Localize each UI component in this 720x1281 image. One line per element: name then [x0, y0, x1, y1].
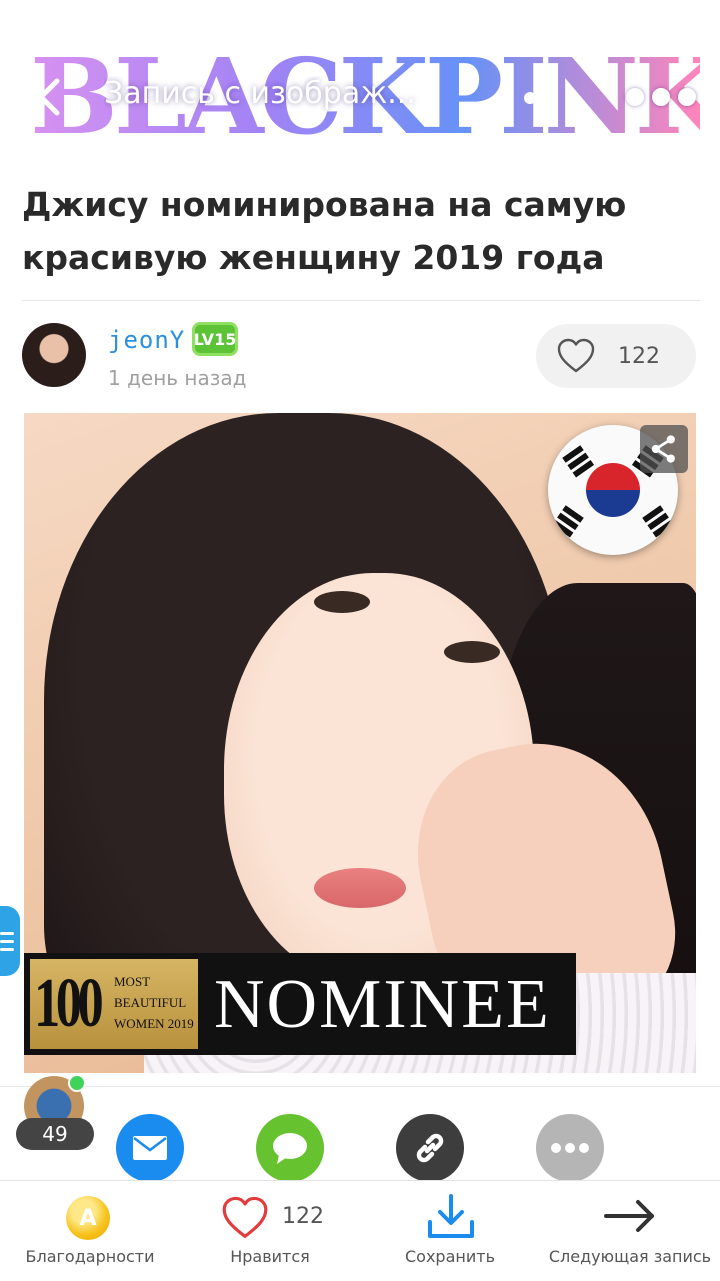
nominee-number: 100 — [34, 965, 104, 1042]
thanks-label: Благодарности — [25, 1247, 155, 1266]
like-label: Нравится — [230, 1247, 310, 1266]
nominee-text: NOMINEE — [214, 966, 551, 1043]
divider — [0, 1086, 720, 1087]
share-more-button[interactable] — [536, 1114, 604, 1182]
more-horizontal-icon — [626, 88, 644, 106]
post-image[interactable]: 100 MOST BEAUTIFUL WOMEN 2019 NOMINEE — [24, 413, 696, 1073]
image-lips — [314, 868, 406, 908]
level-badge: LV15 — [192, 322, 238, 356]
viewer-count: 49 — [16, 1118, 94, 1150]
author-avatar[interactable] — [22, 323, 86, 387]
chevron-left-icon — [38, 78, 60, 116]
page-title: Запись с изображ... — [104, 76, 416, 111]
author-name[interactable]: jeonY — [108, 326, 185, 354]
heart-icon — [222, 1196, 268, 1238]
header-banner: BLACKPINK Запись с изображ... — [0, 0, 720, 152]
link-icon — [416, 1133, 444, 1163]
heart-icon — [557, 338, 595, 373]
nominee-subtitle: MOST BEAUTIFUL WOMEN 2019 — [114, 974, 194, 1031]
post-timestamp: 1 день назад — [108, 366, 247, 390]
image-eye-left — [314, 591, 370, 613]
like-button[interactable]: 122 — [536, 324, 696, 388]
like-tab[interactable]: Нравится — [180, 1181, 360, 1281]
image-share-button[interactable] — [640, 425, 688, 473]
post-title: Джису номинирована на самую красивую жен… — [22, 185, 627, 277]
download-icon — [428, 1194, 474, 1238]
next-post-label: Следующая запись — [548, 1247, 712, 1266]
coin-icon: A — [66, 1196, 110, 1240]
online-indicator — [68, 1074, 86, 1092]
share-chat-button[interactable] — [256, 1114, 324, 1182]
nominee-logo: 100 MOST BEAUTIFUL WOMEN 2019 — [30, 959, 198, 1049]
more-options-button[interactable] — [626, 84, 696, 110]
header-share-button[interactable] — [520, 76, 564, 120]
more-horizontal-icon — [551, 1143, 589, 1153]
like-count: 122 — [618, 343, 660, 369]
chat-bubble-icon — [273, 1133, 307, 1164]
image-eye-right — [444, 641, 500, 663]
copy-link-button[interactable] — [396, 1114, 464, 1182]
menu-icon — [0, 931, 14, 935]
share-icon — [524, 78, 558, 118]
back-button[interactable] — [28, 74, 68, 120]
arrow-right-icon — [604, 1200, 654, 1232]
nominee-banner: 100 MOST BEAUTIFUL WOMEN 2019 NOMINEE — [24, 953, 576, 1055]
share-icon — [651, 435, 675, 463]
share-email-button[interactable] — [116, 1114, 184, 1182]
side-menu-handle[interactable] — [0, 906, 20, 976]
bottom-like-count: 122 — [282, 1204, 324, 1229]
save-label: Сохранить — [405, 1247, 495, 1266]
divider — [22, 300, 700, 301]
envelope-icon — [133, 1136, 167, 1160]
